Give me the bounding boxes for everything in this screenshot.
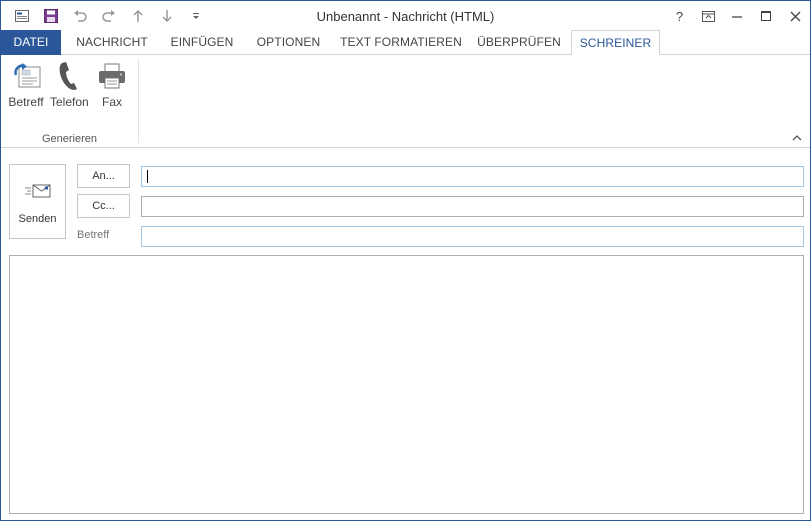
fax-icon: [93, 59, 131, 93]
cc-input[interactable]: [142, 197, 803, 216]
ribbon-display-options-icon[interactable]: [694, 1, 723, 31]
to-input[interactable]: [142, 167, 803, 186]
phone-button[interactable]: Telefon: [50, 59, 89, 114]
subject-template-icon: [7, 59, 45, 93]
title-bar: Unbenannt - Nachricht (HTML) ?: [1, 1, 810, 31]
subject-input[interactable]: [142, 227, 803, 246]
window-controls: ?: [665, 1, 810, 31]
ribbon-panel: Betreff Telefon Fax Generieren: [1, 55, 810, 147]
tab-file[interactable]: DATEI: [1, 30, 61, 55]
save-icon[interactable]: [36, 6, 65, 26]
to-button[interactable]: An...: [77, 164, 130, 188]
subject-field[interactable]: [141, 226, 804, 247]
ribbon-bottom-border: [1, 147, 810, 148]
tab-insert[interactable]: EINFÜGEN: [164, 30, 240, 55]
ribbon-tab-bar: DATEI NACHRICHT EINFÜGEN OPTIONEN TEXT F…: [1, 30, 810, 56]
quick-access-toolbar: [7, 6, 210, 26]
redo-icon[interactable]: [94, 6, 123, 26]
tab-message[interactable]: NACHRICHT: [66, 30, 158, 55]
fax-button[interactable]: Fax: [93, 59, 131, 114]
close-icon[interactable]: [781, 1, 810, 31]
customize-dropdown-icon[interactable]: [181, 6, 210, 26]
tab-review[interactable]: ÜBERPRÜFEN: [472, 30, 566, 55]
undo-icon[interactable]: [65, 6, 94, 26]
cc-field[interactable]: [141, 196, 804, 217]
ribbon-group-label: Generieren: [41, 133, 98, 145]
cc-button[interactable]: Cc...: [77, 194, 130, 218]
tab-options[interactable]: OPTIONEN: [247, 30, 330, 55]
help-button[interactable]: ?: [665, 1, 694, 31]
send-button-label: Senden: [18, 213, 57, 225]
ribbon-group-separator: [138, 59, 139, 143]
to-field[interactable]: [141, 166, 804, 187]
send-mail-icon: [10, 183, 65, 203]
message-body-editor[interactable]: [9, 255, 804, 514]
subject-label: Betreff: [77, 229, 110, 241]
collapse-ribbon-icon[interactable]: [792, 133, 802, 144]
subject-button[interactable]: Betreff: [7, 59, 45, 114]
text-caret: [147, 170, 148, 183]
subject-button-label: Betreff: [8, 95, 44, 109]
mail-app-icon[interactable]: [7, 6, 36, 26]
phone-button-label: Telefon: [50, 95, 89, 109]
outlook-message-window: Unbenannt - Nachricht (HTML) ? DATEI NAC…: [0, 0, 811, 521]
previous-item-icon[interactable]: [123, 6, 152, 26]
fax-button-label: Fax: [101, 95, 122, 109]
phone-icon: [50, 59, 88, 93]
tab-schreiner[interactable]: SCHREINER: [571, 30, 660, 56]
next-item-icon[interactable]: [152, 6, 181, 26]
tab-format-text[interactable]: TEXT FORMATIEREN: [336, 30, 466, 55]
maximize-icon[interactable]: [752, 1, 781, 31]
minimize-icon[interactable]: [723, 1, 752, 31]
send-button[interactable]: Senden: [9, 164, 66, 239]
